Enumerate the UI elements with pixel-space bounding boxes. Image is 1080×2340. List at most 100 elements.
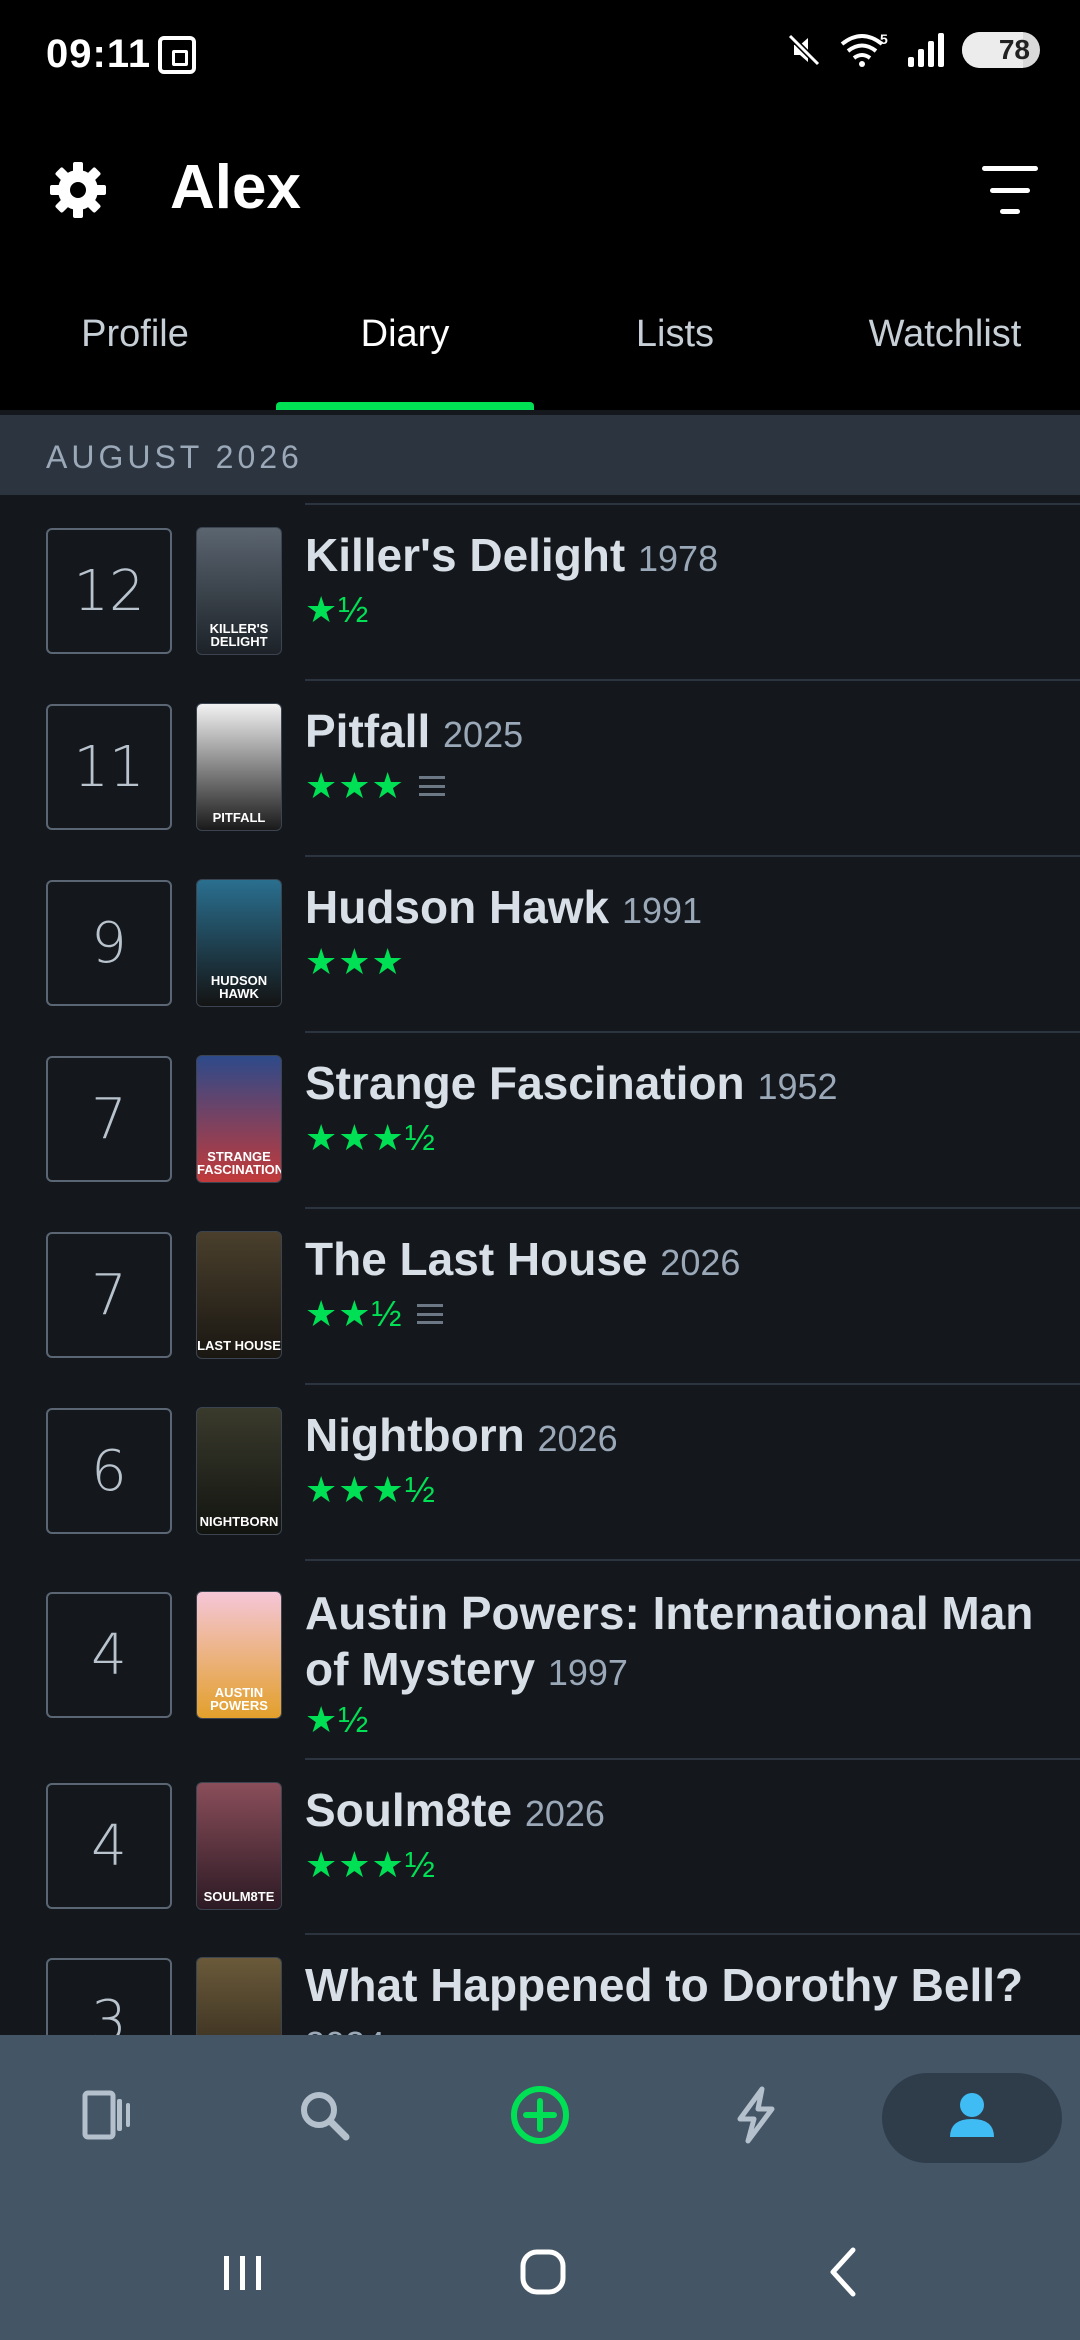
star-rating: ★★½ [305,1293,403,1334]
profile-header: Alex Profile Diary Lists Watchlist [0,110,1080,410]
day-badge: 3 [46,1958,172,2035]
divider [305,1207,1080,1209]
day-badge: 7 [46,1232,172,1358]
tab-diary[interactable]: Diary [270,295,540,410]
recents-icon[interactable] [207,2237,277,2307]
film-year: 1952 [757,1066,838,1107]
diary-entry[interactable]: 12 KILLER'S DELIGHT Killer's Delight 1978 ★… [0,503,1080,679]
day-badge: 7 [46,1056,172,1182]
film-year: 1991 [621,890,703,931]
film-name: Austin Powers: International Man of Myst… [305,1587,1034,1695]
rating-row: ★½ [305,1699,369,1741]
divider [305,1559,1080,1561]
divider [305,1758,1080,1760]
poster-caption: SOULM8TE [203,1889,275,1904]
rating-row: ★★★½ [305,1117,436,1159]
film-name: Nightborn [305,1409,525,1461]
film-title[interactable]: Killer's Delight 1978 [305,527,1045,587]
film-poster[interactable]: LAST HOUSE [196,1231,282,1359]
system-nav [0,2195,1080,2340]
film-title[interactable]: Austin Powers: International Man of Myst… [305,1585,1045,1701]
film-name: Soulm8te [305,1784,513,1836]
poster-caption: LAST HOUSE [197,1338,281,1353]
film-title[interactable]: Hudson Hawk 1991 [305,879,1045,939]
wifi-icon: 5 [840,31,890,68]
film-year: 2025 [443,714,524,755]
diary-entry[interactable]: 3 What Happened to Dorothy Bell? 2024 [0,1933,1080,2035]
films-icon[interactable] [67,2075,147,2155]
film-title[interactable]: Strange Fascination 1952 [305,1055,1045,1115]
film-poster[interactable]: HUDSON HAWK [196,879,282,1007]
mute-icon [786,32,822,68]
bottom-nav [0,2035,1080,2195]
film-poster[interactable] [196,1957,282,2035]
film-name: Strange Fascination [305,1057,745,1109]
poster-caption: NIGHTBORN [199,1514,279,1529]
divider [305,1383,1080,1385]
filter-icon[interactable] [980,166,1040,214]
film-year: 2024 [305,2024,385,2035]
diary-entry[interactable]: 4 SOULM8TE Soulm8te 2026 ★★★½ [0,1758,1080,1934]
review-icon [418,776,445,796]
film-year: 2026 [660,1242,741,1283]
add-icon[interactable] [500,2075,580,2155]
rating-row: ★★½ [305,1293,443,1335]
film-year: 2026 [524,1793,605,1834]
gear-icon[interactable] [46,158,110,222]
film-name: What Happened to Dorothy Bell? [305,1959,1024,2011]
star-rating: ★★★½ [305,1469,436,1510]
star-rating: ★★★ [305,765,405,806]
film-poster[interactable]: PITFALL [196,703,282,831]
diary-entry[interactable]: 4 AUSTIN POWERS Austin Powers: Internation… [0,1559,1080,1758]
film-year: 1978 [638,538,719,579]
film-title[interactable]: Nightborn 2026 [305,1407,1045,1467]
profile-icon[interactable] [932,2075,1012,2155]
rating-row: ★★★½ [305,1844,436,1886]
star-rating: ★★★½ [305,1844,436,1885]
back-icon[interactable] [810,2237,880,2307]
diary-entry[interactable]: 9 HUDSON HAWK Hudson Hawk 1991 ★★★ [0,855,1080,1031]
diary-entry[interactable]: 7 LAST HOUSE The Last House 2026 ★★½ [0,1207,1080,1383]
poster-caption: KILLER'S DELIGHT [209,621,269,649]
film-year: 2026 [537,1418,618,1459]
activity-icon[interactable] [716,2075,796,2155]
search-icon[interactable] [284,2075,364,2155]
film-poster[interactable]: KILLER'S DELIGHT [196,527,282,655]
film-title[interactable]: The Last House 2026 [305,1231,1045,1291]
rating-row: ★★★ [305,941,405,983]
day-badge: 11 [46,704,172,830]
film-poster[interactable]: NIGHTBORN [196,1407,282,1535]
tab-watchlist[interactable]: Watchlist [810,295,1080,410]
review-icon [416,1304,443,1324]
diary-entry[interactable]: 7 STRANGE FASCINATION Strange Fascination … [0,1031,1080,1207]
tab-profile[interactable]: Profile [0,295,270,410]
diary-entry[interactable]: 11 PITFALL Pitfall 2025 ★★★ [0,679,1080,855]
poster-caption: AUSTIN POWERS [210,1685,268,1713]
home-icon[interactable] [508,2237,578,2307]
film-title[interactable]: What Happened to Dorothy Bell? 2024 [305,1957,1045,2035]
divider [305,503,1080,505]
day-badge: 9 [46,880,172,1006]
screenshot-icon [158,36,196,74]
star-rating: ★★★ [305,941,405,982]
rating-row: ★★★ [305,765,445,807]
poster-caption: PITFALL [212,810,266,825]
film-poster[interactable]: AUSTIN POWERS [196,1591,282,1719]
rating-row: ★★★½ [305,1469,436,1511]
film-title[interactable]: Pitfall 2025 [305,703,1045,763]
profile-name: Alex [170,153,301,222]
star-rating: ★½ [305,1699,370,1740]
tab-lists[interactable]: Lists [540,295,810,410]
profile-tabs: Profile Diary Lists Watchlist [0,295,1080,410]
star-rating: ★½ [305,589,370,630]
divider [305,1031,1080,1033]
film-poster[interactable]: SOULM8TE [196,1782,282,1910]
status-time: 09:11 [46,32,152,76]
film-title[interactable]: Soulm8te 2026 [305,1782,1045,1842]
diary-list[interactable]: 12 KILLER'S DELIGHT Killer's Delight 1978 ★… [0,503,1080,2035]
divider [305,679,1080,681]
film-poster[interactable]: STRANGE FASCINATION [196,1055,282,1183]
day-badge: 4 [46,1592,172,1718]
network-label: 5 [880,32,888,47]
diary-entry[interactable]: 6 NIGHTBORN Nightborn 2026 ★★★½ [0,1383,1080,1559]
